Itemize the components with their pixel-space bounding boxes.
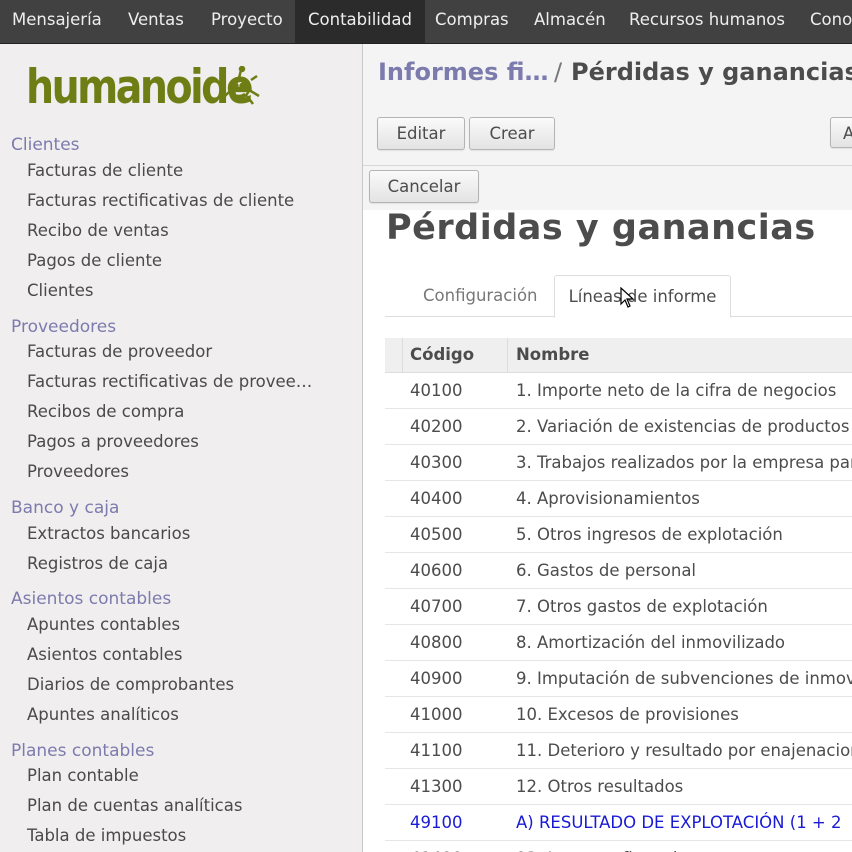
column-header-nombre[interactable]: Nombre bbox=[516, 338, 589, 372]
table-header: Código Nombre bbox=[385, 338, 852, 373]
cell-codigo: 49100 bbox=[410, 813, 463, 832]
tab-configuracion[interactable]: Configuración bbox=[423, 275, 538, 316]
sidebar-item-recibo-ventas[interactable]: Recibo de ventas bbox=[27, 221, 169, 240]
more-button[interactable]: A bbox=[830, 117, 852, 148]
sidebar-item-facturas-rectificativas-cliente[interactable]: Facturas rectificativas de cliente bbox=[27, 191, 294, 210]
sidebar-item-pagos-cliente[interactable]: Pagos de cliente bbox=[27, 251, 162, 270]
table-row[interactable]: 40500 5. Otros ingresos de explotación bbox=[385, 517, 852, 553]
section-proveedores: Proveedores bbox=[11, 317, 117, 337]
cell-nombre: 3. Trabajos realizados por la empresa pa… bbox=[516, 453, 852, 472]
cell-codigo: 40400 bbox=[410, 489, 463, 508]
cell-codigo: 40500 bbox=[410, 525, 463, 544]
cell-codigo: 40200 bbox=[410, 417, 463, 436]
menu-contabilidad[interactable]: Contabilidad bbox=[295, 0, 425, 43]
cell-nombre: A) RESULTADO DE EXPLOTACIÓN (1 + 2 bbox=[516, 813, 842, 832]
sidebar-item-apuntes-contables[interactable]: Apuntes contables bbox=[27, 615, 180, 634]
cell-nombre: 13. Ingresos financieros bbox=[516, 841, 713, 852]
cell-nombre: 9. Imputación de subvenciones de inmovil… bbox=[516, 669, 852, 688]
cell-nombre: 10. Excesos de provisiones bbox=[516, 705, 739, 724]
sidebar-item-recibos-compra[interactable]: Recibos de compra bbox=[27, 402, 184, 421]
company-logo[interactable]: humanoide bbox=[26, 58, 294, 118]
column-header-codigo[interactable]: Código bbox=[410, 338, 474, 372]
sidebar-item-facturas-proveedor[interactable]: Facturas de proveedor bbox=[27, 342, 212, 361]
breadcrumb-current: Pérdidas y ganancias bbox=[571, 58, 852, 86]
sidebar-item-tabla-impuestos[interactable]: Tabla de impuestos bbox=[27, 826, 186, 845]
top-menu-bar: Mensajería Ventas Proyecto Contabilidad … bbox=[0, 0, 852, 44]
cell-nombre: 2. Variación de existencias de productos… bbox=[516, 417, 852, 436]
cancel-button[interactable]: Cancelar bbox=[369, 170, 479, 203]
cell-nombre: 11. Deterioro y resultado por enajenacio… bbox=[516, 741, 852, 760]
sidebar-item-proveedores[interactable]: Proveedores bbox=[27, 462, 129, 481]
cell-nombre: 8. Amortización del inmovilizado bbox=[516, 633, 786, 652]
cell-codigo: 40300 bbox=[410, 453, 463, 472]
menu-compras[interactable]: Compras bbox=[422, 0, 522, 43]
form-toolbar: Cancelar bbox=[363, 166, 852, 210]
table-row[interactable]: 49100 A) RESULTADO DE EXPLOTACIÓN (1 + 2 bbox=[385, 805, 852, 841]
sidebar-item-pagos-proveedores[interactable]: Pagos a proveedores bbox=[27, 432, 199, 451]
cell-codigo: 40100 bbox=[410, 381, 463, 400]
sidebar: humanoide Clientes Facturas de cliente F… bbox=[0, 44, 363, 852]
mouse-cursor-icon bbox=[620, 287, 634, 308]
section-clientes: Clientes bbox=[11, 135, 80, 155]
cell-nombre: 6. Gastos de personal bbox=[516, 561, 697, 580]
menu-proyecto[interactable]: Proyecto bbox=[198, 0, 296, 43]
robot-logo-icon bbox=[222, 66, 260, 105]
breadcrumb-parent-link[interactable]: Informes fi… bbox=[378, 58, 549, 86]
breadcrumb-separator: / bbox=[554, 58, 563, 86]
cell-nombre: 1. Importe neto de la cifra de negocios bbox=[516, 381, 837, 400]
sidebar-item-diarios-comprobantes[interactable]: Diarios de comprobantes bbox=[27, 675, 234, 694]
cell-codigo: 40600 bbox=[410, 561, 463, 580]
table-row[interactable]: 40600 6. Gastos de personal bbox=[385, 553, 852, 589]
cell-nombre: 5. Otros ingresos de explotación bbox=[516, 525, 783, 544]
menu-almacen[interactable]: Almacén bbox=[521, 0, 619, 43]
cell-codigo: 41400 bbox=[410, 841, 463, 852]
section-banco-caja: Banco y caja bbox=[11, 498, 120, 518]
menu-ventas[interactable]: Ventas bbox=[115, 0, 197, 43]
edit-button[interactable]: Editar bbox=[377, 117, 465, 150]
cell-codigo: 40900 bbox=[410, 669, 463, 688]
sidebar-item-plan-cuentas-analiticas[interactable]: Plan de cuentas analíticas bbox=[27, 796, 242, 815]
table-row[interactable]: 40700 7. Otros gastos de explotación bbox=[385, 589, 852, 625]
section-asientos-contables: Asientos contables bbox=[11, 589, 172, 609]
cell-codigo: 40700 bbox=[410, 597, 463, 616]
sidebar-item-facturas-cliente[interactable]: Facturas de cliente bbox=[27, 161, 183, 180]
cell-nombre: 7. Otros gastos de explotación bbox=[516, 597, 768, 616]
table-row[interactable]: 40300 3. Trabajos realizados por la empre… bbox=[385, 445, 852, 481]
main-content: Informes fi… / Pérdidas y ganancias Edit… bbox=[363, 44, 852, 852]
tab-lineas-informe[interactable]: Líneas de informe bbox=[554, 275, 731, 318]
view-header: Informes fi… / Pérdidas y ganancias Edit… bbox=[363, 44, 852, 166]
menu-recursos-humanos[interactable]: Recursos humanos bbox=[616, 0, 798, 43]
sidebar-item-registros-caja[interactable]: Registros de caja bbox=[27, 554, 168, 573]
column-divider bbox=[507, 338, 508, 372]
sidebar-item-plan-contable[interactable]: Plan contable bbox=[27, 766, 139, 785]
sidebar-item-asientos-contables[interactable]: Asientos contables bbox=[27, 645, 183, 664]
table-row[interactable]: 40900 9. Imputación de subvenciones de in… bbox=[385, 661, 852, 697]
menu-mensajeria[interactable]: Mensajería bbox=[0, 0, 114, 43]
cell-codigo: 40800 bbox=[410, 633, 463, 652]
sidebar-item-facturas-rectificativas-proveedor[interactable]: Facturas rectificativas de provee… bbox=[27, 372, 312, 391]
create-button[interactable]: Crear bbox=[469, 117, 555, 150]
table-row[interactable]: 40100 1. Importe neto de la cifra de nego… bbox=[385, 373, 852, 409]
table-row[interactable]: 41300 12. Otros resultados bbox=[385, 769, 852, 805]
sidebar-item-apuntes-analiticos[interactable]: Apuntes analíticos bbox=[27, 705, 179, 724]
sidebar-item-clientes[interactable]: Clientes bbox=[27, 281, 94, 300]
menu-conocimiento[interactable]: Cono bbox=[797, 0, 852, 43]
section-planes-contables: Planes contables bbox=[11, 741, 155, 761]
table-row[interactable]: 40800 8. Amortización del inmovilizado bbox=[385, 625, 852, 661]
form-title: Pérdidas y ganancias bbox=[386, 208, 816, 248]
logo-text: humanoide bbox=[26, 60, 254, 115]
cell-codigo: 41100 bbox=[410, 741, 463, 760]
cell-nombre: 4. Aprovisionamientos bbox=[516, 489, 700, 508]
table-row[interactable]: 40400 4. Aprovisionamientos bbox=[385, 481, 852, 517]
cell-nombre: 12. Otros resultados bbox=[516, 777, 684, 796]
column-divider bbox=[402, 338, 403, 372]
sidebar-item-extractos-bancarios[interactable]: Extractos bancarios bbox=[27, 524, 190, 543]
cell-codigo: 41300 bbox=[410, 777, 463, 796]
table-row[interactable]: 40200 2. Variación de existencias de prod… bbox=[385, 409, 852, 445]
table-row[interactable]: 41400 13. Ingresos financieros bbox=[385, 841, 852, 852]
cell-codigo: 41000 bbox=[410, 705, 463, 724]
table-row[interactable]: 41100 11. Deterioro y resultado por enaje… bbox=[385, 733, 852, 769]
table-row[interactable]: 41000 10. Excesos de provisiones bbox=[385, 697, 852, 733]
